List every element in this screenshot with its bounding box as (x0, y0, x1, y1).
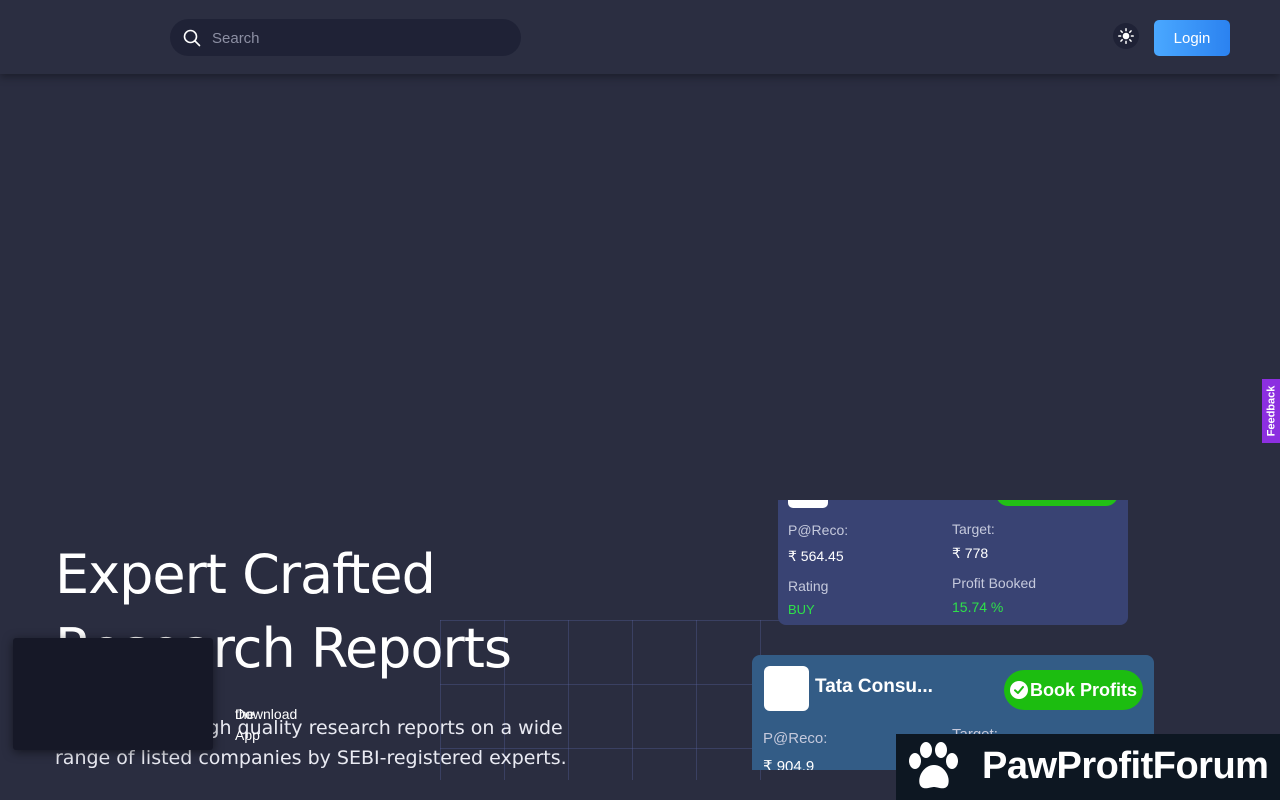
recommendation-card[interactable]: P@Reco: ₹ 564.45 Target: ₹ 778 Rating BU… (778, 500, 1128, 625)
preco-label: P@Reco: (788, 522, 849, 538)
preco-value: ₹ 564.45 (788, 548, 844, 564)
paw-icon (909, 742, 958, 789)
sun-icon (1118, 28, 1134, 44)
rating-value: BUY (788, 602, 815, 617)
hero-subtitle-line2: range of listed companies by SEBI-regist… (55, 747, 567, 769)
check-circle-icon (1010, 681, 1028, 699)
profit-booked-value: 15.74 % (952, 599, 1004, 615)
watermark-text: PawProfitForum (982, 745, 1269, 787)
company-logo (764, 666, 809, 711)
company-name: Tata Consu... (815, 676, 933, 697)
watermark-banner: PawProfitForum (896, 734, 1280, 800)
feedback-tab[interactable]: Feedback (1262, 379, 1280, 443)
feedback-label: Feedback (1265, 385, 1277, 437)
recommendation-cards: P@Reco: ₹ 564.45 Target: ₹ 778 Rating BU… (740, 500, 1180, 770)
book-profits-badge[interactable]: Book Profits (1004, 670, 1143, 710)
login-button[interactable]: Login (1154, 20, 1230, 56)
company-logo (788, 500, 828, 508)
search-bar[interactable] (170, 19, 521, 58)
rating-label: Rating (788, 578, 829, 594)
search-input[interactable] (210, 19, 514, 58)
profit-booked-label: Profit Booked (952, 575, 1037, 591)
preco-value: ₹ 904.9 (763, 758, 815, 770)
status-badge (996, 500, 1118, 506)
search-icon (183, 29, 201, 47)
preco-label: P@Reco: (763, 730, 828, 747)
download-app-button[interactable]: Download the App (13, 638, 297, 750)
target-label: Target: (952, 521, 995, 537)
hero-title-line1: Expert Crafted (55, 543, 436, 606)
download-line2: the App (235, 706, 260, 743)
target-value: ₹ 778 (952, 545, 989, 561)
theme-toggle-button[interactable] (1113, 23, 1139, 49)
book-profits-label: Book Profits (1030, 679, 1138, 700)
top-header: Login (0, 0, 1280, 74)
